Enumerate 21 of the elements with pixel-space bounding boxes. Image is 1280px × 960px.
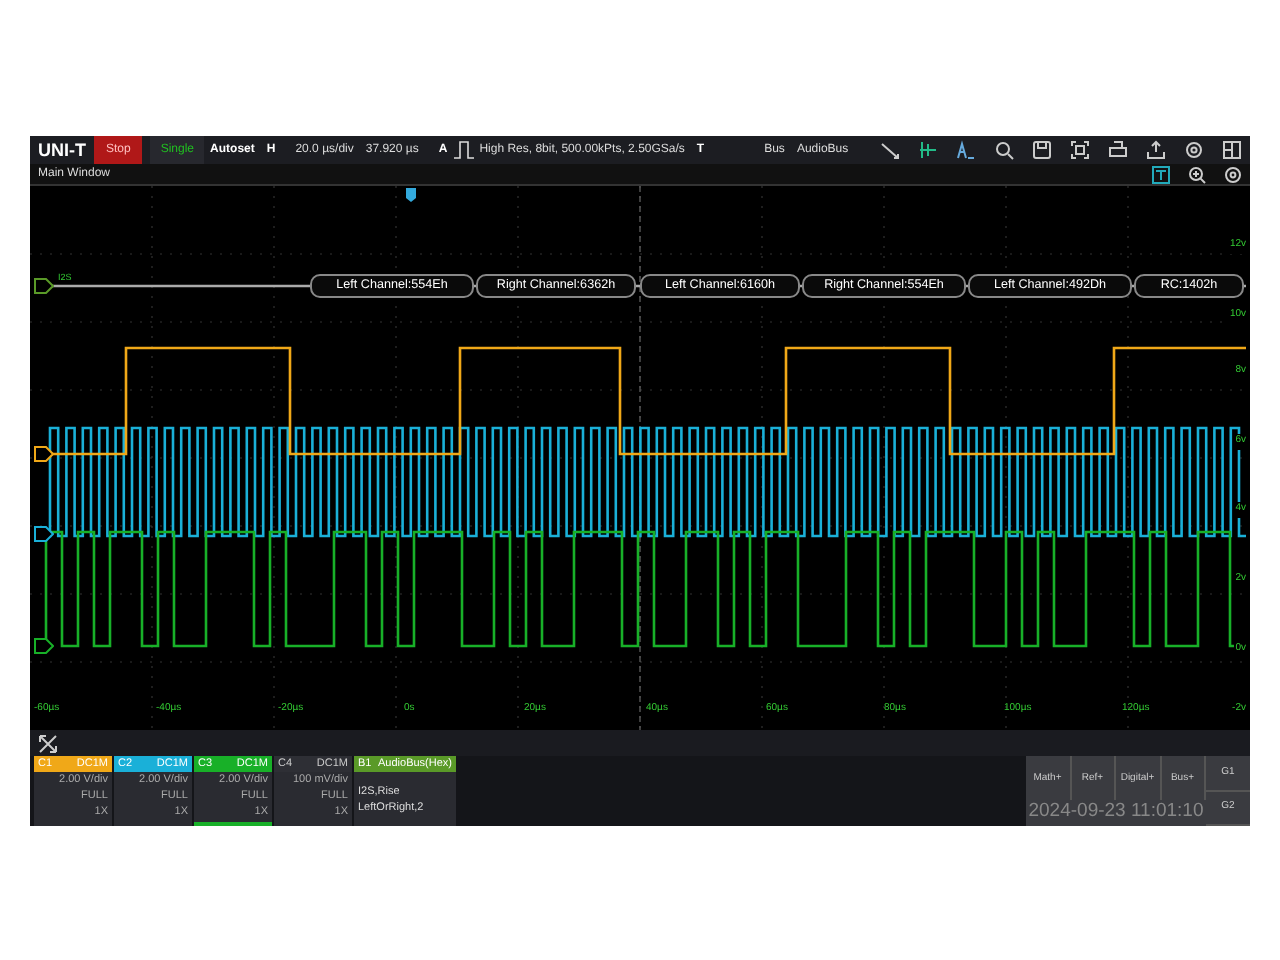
date-time: 2024-09-23 11:01:10 — [1026, 800, 1206, 824]
cursor-line-icon[interactable] — [880, 140, 900, 160]
trigger-icon[interactable] — [1152, 165, 1170, 183]
pulse-icon — [453, 140, 474, 160]
text-icon[interactable] — [956, 140, 976, 160]
brand-logo: UNI-T — [36, 138, 88, 164]
screenshot-icon[interactable] — [1070, 140, 1090, 160]
upload-icon[interactable] — [1146, 140, 1166, 160]
channel-marker-icon[interactable] — [34, 526, 54, 542]
save-icon[interactable] — [1032, 140, 1052, 160]
channel-marker-icon[interactable] — [34, 638, 54, 654]
channel-marker-icon[interactable] — [34, 446, 54, 462]
channel-marker-icon[interactable] — [34, 278, 54, 294]
search-icon[interactable] — [994, 140, 1014, 160]
settings-icon[interactable] — [1224, 165, 1242, 183]
zoom-icon[interactable] — [1188, 165, 1206, 183]
cursor-icon[interactable] — [38, 733, 58, 753]
print-icon[interactable] — [1108, 140, 1128, 160]
measure-icon[interactable] — [918, 140, 938, 160]
layout-icon[interactable] — [1222, 140, 1242, 160]
trigger-position-marker[interactable] — [406, 188, 416, 202]
